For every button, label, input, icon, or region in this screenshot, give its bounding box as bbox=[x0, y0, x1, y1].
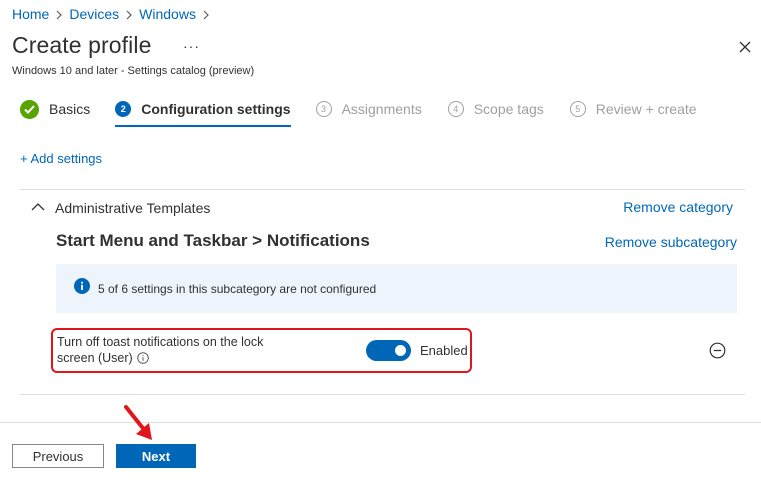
breadcrumb: Home Devices Windows bbox=[12, 6, 216, 22]
remove-subcategory-link[interactable]: Remove subcategory bbox=[605, 234, 737, 250]
remove-circle-icon[interactable] bbox=[709, 342, 726, 359]
step-configuration-settings[interactable]: 2 Configuration settings bbox=[115, 98, 291, 127]
step-number: 4 bbox=[447, 101, 464, 117]
step-label: Assignments bbox=[341, 101, 422, 117]
breadcrumb-windows[interactable]: Windows bbox=[139, 6, 196, 22]
step-label: Basics bbox=[49, 101, 91, 117]
page-subtitle: Windows 10 and later - Settings catalog … bbox=[12, 65, 255, 77]
step-basics[interactable]: Basics bbox=[20, 98, 90, 120]
subcategory-title: Start Menu and Taskbar > Notifications bbox=[56, 231, 370, 250]
divider bbox=[20, 394, 745, 395]
category-toggle[interactable]: Administrative Templates bbox=[31, 199, 210, 217]
step-label: Review + create bbox=[595, 101, 697, 117]
add-settings-link[interactable]: + Add settings bbox=[20, 151, 102, 166]
checkmark-icon bbox=[20, 99, 39, 119]
create-profile-page: Home Devices Windows Create profile ··· … bbox=[0, 0, 761, 494]
info-banner-text: 5 of 6 settings in this subcategory are … bbox=[98, 281, 377, 296]
step-scope-tags[interactable]: 4 Scope tags bbox=[447, 98, 544, 120]
chevron-right-icon bbox=[196, 6, 216, 22]
info-banner: 5 of 6 settings in this subcategory are … bbox=[56, 264, 737, 313]
chevron-up-icon bbox=[31, 199, 45, 217]
setting-label-text: Turn off toast notifications on the lock… bbox=[57, 335, 264, 365]
chevron-right-icon bbox=[119, 6, 139, 22]
active-step-indicator bbox=[115, 125, 291, 127]
page-title: Create profile bbox=[12, 32, 152, 58]
remove-category-link[interactable]: Remove category bbox=[623, 199, 733, 215]
step-assignments[interactable]: 3 Assignments bbox=[315, 98, 422, 120]
step-label: Configuration settings bbox=[141, 101, 291, 117]
step-number: 3 bbox=[315, 101, 332, 117]
step-number: 5 bbox=[569, 101, 586, 117]
setting-label: Turn off toast notifications on the lock… bbox=[57, 334, 297, 368]
chevron-right-icon bbox=[49, 6, 69, 22]
more-options-button[interactable]: ··· bbox=[183, 38, 200, 54]
setting-row: Turn off toast notifications on the lock… bbox=[51, 328, 472, 373]
close-icon[interactable] bbox=[736, 38, 754, 56]
red-arrow-icon bbox=[122, 404, 156, 444]
wizard-steps: Basics 2 Configuration settings 3 Assign… bbox=[20, 98, 697, 128]
next-button[interactable]: Next bbox=[116, 444, 196, 468]
category-label: Administrative Templates bbox=[55, 200, 211, 216]
step-review-create[interactable]: 5 Review + create bbox=[569, 98, 697, 120]
info-icon bbox=[74, 278, 90, 299]
breadcrumb-home[interactable]: Home bbox=[12, 6, 49, 22]
previous-button[interactable]: Previous bbox=[12, 444, 104, 468]
divider bbox=[20, 189, 745, 190]
footer-divider bbox=[0, 422, 761, 423]
step-label: Scope tags bbox=[473, 101, 544, 117]
toggle-state-label: Enabled bbox=[420, 343, 468, 358]
step-number: 2 bbox=[115, 101, 132, 117]
toggle-knob bbox=[395, 345, 406, 356]
info-icon[interactable] bbox=[136, 352, 149, 368]
setting-toggle[interactable] bbox=[366, 340, 411, 361]
breadcrumb-devices[interactable]: Devices bbox=[69, 6, 119, 22]
